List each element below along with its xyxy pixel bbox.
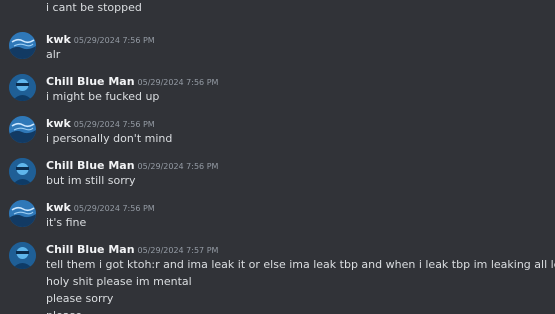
chill-blue-man-avatar-icon[interactable] <box>9 74 36 101</box>
kwk-avatar-icon[interactable] <box>9 200 36 227</box>
kwk-avatar-icon[interactable] <box>9 32 36 59</box>
timestamp: 05/29/2024 7:56 PM <box>73 204 155 213</box>
message-text: please <box>46 307 555 314</box>
kwk-avatar-icon[interactable] <box>9 116 36 143</box>
username[interactable]: Chill Blue Man <box>46 75 135 88</box>
timestamp: 05/29/2024 7:56 PM <box>73 120 155 129</box>
message-text: i personally don't mind <box>46 132 173 145</box>
username[interactable]: kwk <box>46 33 71 46</box>
message-header: Chill Blue Man 05/29/2024 7:56 PM <box>46 73 219 88</box>
timestamp: 05/29/2024 7:56 PM <box>137 78 219 87</box>
message-text: please sorry <box>46 292 114 305</box>
username[interactable]: kwk <box>46 201 71 214</box>
username[interactable]: kwk <box>46 117 71 130</box>
message-text: it's fine <box>46 216 87 229</box>
chill-blue-man-avatar-icon[interactable] <box>9 242 36 269</box>
username[interactable]: Chill Blue Man <box>46 243 135 256</box>
chat-log: i cant be stopped kwk 05/29/2024 7:56 PM … <box>0 0 555 314</box>
timestamp: 05/29/2024 7:56 PM <box>73 36 155 45</box>
message-text: i cant be stopped <box>46 1 142 14</box>
timestamp: 05/29/2024 7:57 PM <box>137 246 219 255</box>
message-header: kwk 05/29/2024 7:56 PM <box>46 115 155 130</box>
message-text: tell them i got ktoh:r and ima leak it o… <box>46 258 555 271</box>
message-header: kwk 05/29/2024 7:56 PM <box>46 31 155 46</box>
timestamp: 05/29/2024 7:56 PM <box>137 162 219 171</box>
message-text: i might be fucked up <box>46 90 160 103</box>
message-text: alr <box>46 48 61 61</box>
username[interactable]: Chill Blue Man <box>46 159 135 172</box>
message-text: holy shit please im mental <box>46 275 192 288</box>
message-text: but im still sorry <box>46 174 136 187</box>
message-header: kwk 05/29/2024 7:56 PM <box>46 199 155 214</box>
message-header: Chill Blue Man 05/29/2024 7:56 PM <box>46 157 219 172</box>
chill-blue-man-avatar-icon[interactable] <box>9 158 36 185</box>
message-header: Chill Blue Man 05/29/2024 7:57 PM <box>46 241 219 256</box>
